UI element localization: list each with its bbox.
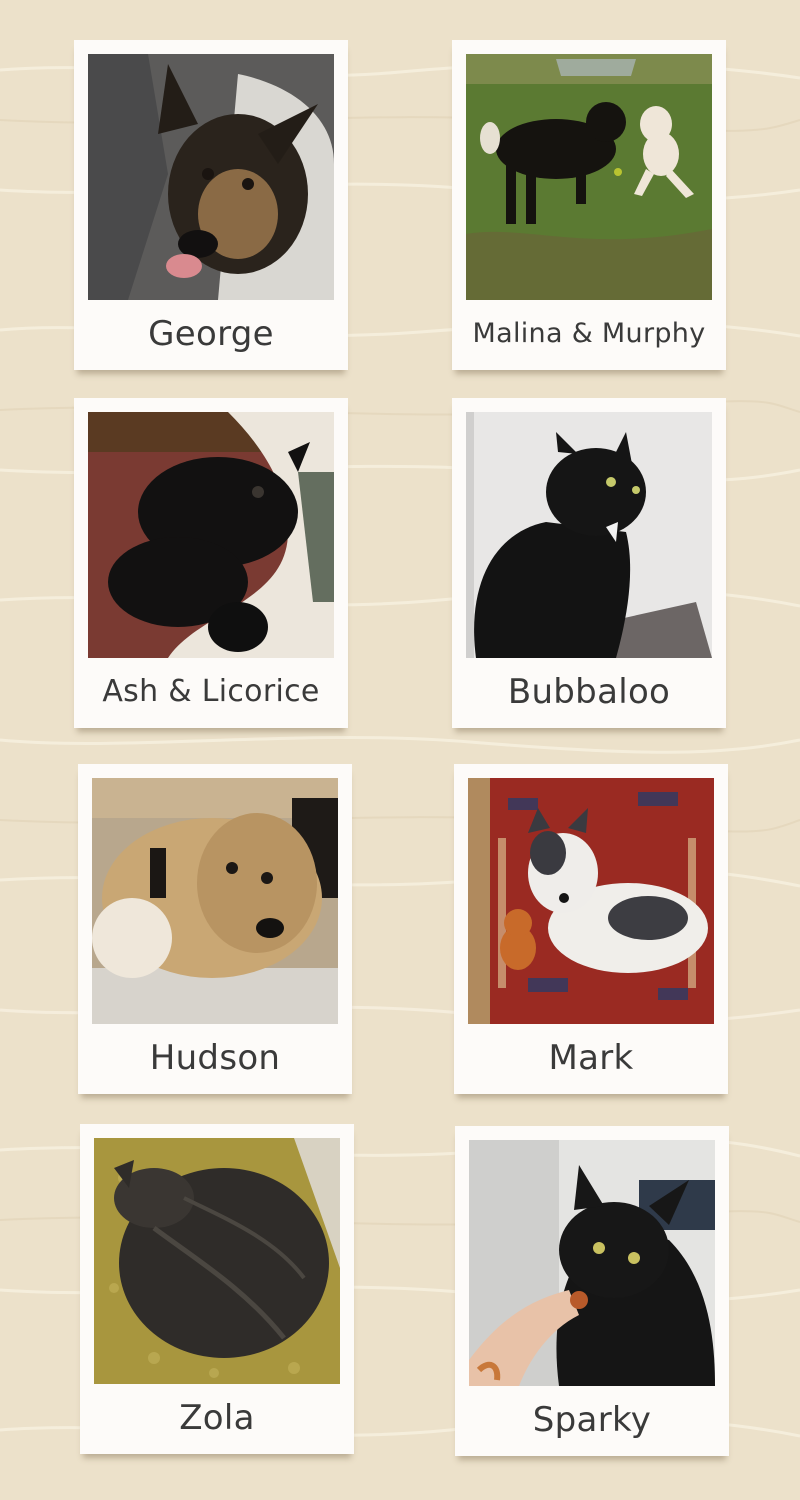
pet-card-sparky: Sparky [455,1126,729,1456]
pet-name: Hudson [149,1038,281,1078]
dog-photo [92,778,338,1024]
pet-card-zola: Zola [80,1124,354,1454]
pet-name: Ash & Licorice [102,674,320,709]
pet-name: Malina & Murphy [472,318,706,349]
pet-name: Sparky [532,1400,652,1440]
pet-card-hudson: Hudson [78,764,352,1094]
pet-name: Zola [179,1398,255,1438]
pet-card-mark: Mark [454,764,728,1094]
pet-name: Mark [548,1038,634,1078]
pet-name: Bubbaloo [507,672,671,712]
pet-card-bubbaloo: Bubbaloo [452,398,726,728]
dog-photo [466,54,712,300]
pet-name: George [148,314,274,354]
dog-photo [88,54,334,300]
cat-photo [88,412,334,658]
pet-card-george: George [74,40,348,370]
pet-card-malina-murphy: Malina & Murphy [452,40,726,370]
cat-photo [466,412,712,658]
pet-card-ash-licorice: Ash & Licorice [74,398,348,728]
cat-photo [94,1138,340,1384]
dog-photo [468,778,714,1024]
cat-photo [469,1140,715,1386]
